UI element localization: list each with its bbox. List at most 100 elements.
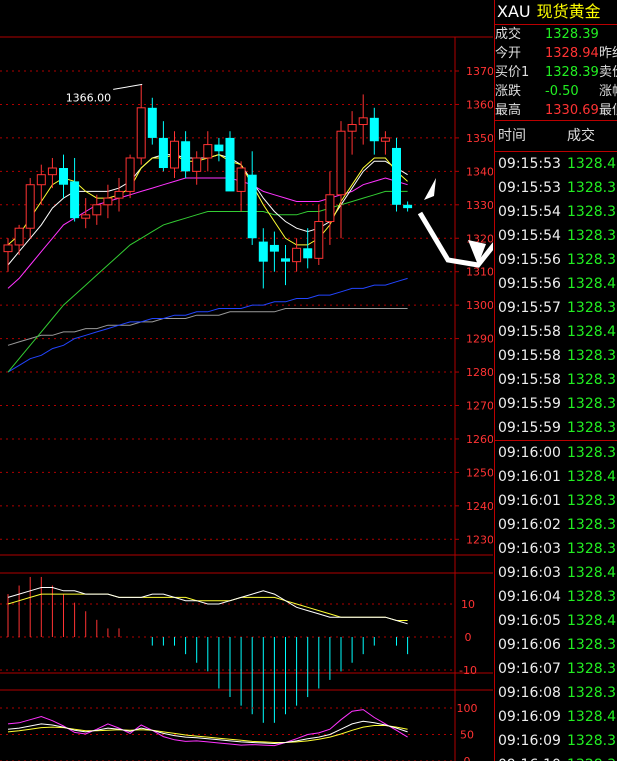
tick-row[interactable]: 09:15:59 1328.3 xyxy=(495,392,617,416)
tick-list[interactable]: 09:16:00 1328.3 09:16:01 1328.4 09:16:01 1328… xyxy=(495,441,617,761)
tick-time: 09:15:56 xyxy=(498,276,561,292)
tick-time: 09:16:10 xyxy=(498,753,561,761)
tick-row[interactable]: 09:15:57 1328.3 xyxy=(495,296,617,320)
tick-time: 09:15:59 xyxy=(498,396,561,412)
candle-body xyxy=(70,181,80,219)
quote-extra-label: 涨幅 xyxy=(599,84,617,99)
tick-price: 1328.3 xyxy=(567,372,616,388)
price-tick-label: 1290 xyxy=(466,333,493,346)
tick-row[interactable]: 09:16:09 1328.3 xyxy=(495,729,617,753)
chart-canvas[interactable]: 1370136013501340133013201310130012901280… xyxy=(0,0,493,761)
tick-row[interactable]: 09:16:03 1328.3 xyxy=(495,537,617,561)
candle-body xyxy=(347,124,357,132)
tick-row[interactable]: 09:16:07 1328.3 xyxy=(495,657,617,681)
tick-row[interactable]: 09:15:58 1328.3 xyxy=(495,344,617,368)
candle-body xyxy=(36,174,46,186)
tick-header: 时间 成交 xyxy=(495,121,617,151)
price-tick-label: 1260 xyxy=(466,433,493,446)
tick-row[interactable]: 09:16:03 1328.4 xyxy=(495,561,617,585)
tick-row[interactable]: 09:15:56 1328.3 xyxy=(495,248,617,272)
tick-time: 09:16:03 xyxy=(498,541,561,557)
candle-body xyxy=(258,241,268,262)
price-tick-label: 1360 xyxy=(466,98,493,111)
price-tick-label: 1370 xyxy=(466,65,493,78)
tick-row[interactable]: 09:16:01 1328.4 xyxy=(495,465,617,489)
tick-list[interactable]: 09:15:53 1328.4 09:15:53 1328.3 09:15:54 1328… xyxy=(495,152,617,440)
tick-row[interactable]: 09:15:53 1328.4 xyxy=(495,152,617,176)
quote-label: 成交 xyxy=(495,27,522,42)
tick-price: 1328.3 xyxy=(567,180,616,196)
tick-time: 09:15:58 xyxy=(498,372,561,388)
kline-chart[interactable]: 1370 1360 1350 1340 1330 1320 1310 1300 1290 1280… xyxy=(0,0,493,761)
candle-body xyxy=(14,227,24,246)
tick-price: 1328.4 xyxy=(567,156,616,172)
candle-body xyxy=(3,244,13,253)
tick-row[interactable]: 09:16:02 1328.3 xyxy=(495,513,617,537)
candle-body xyxy=(236,167,246,192)
tick-row[interactable]: 09:15:54 1328.3 xyxy=(495,224,617,248)
macd-tick-label: 10 xyxy=(461,598,475,611)
candle-body xyxy=(358,117,368,126)
high-marker-line xyxy=(113,83,143,90)
tick-time: 09:16:09 xyxy=(498,733,561,749)
tick-price: 1328.4 xyxy=(567,276,616,292)
macd-tick-label: 0 xyxy=(465,631,472,644)
candle-body xyxy=(303,248,313,259)
tick-row[interactable]: 09:15:58 1328.3 xyxy=(495,368,617,392)
tick-row[interactable]: 09:16:04 1328.3 xyxy=(495,585,617,609)
quote-extra-label: 昨结 xyxy=(599,46,617,61)
tick-price: 1328.3 xyxy=(567,300,616,316)
tick-row[interactable]: 09:15:54 1328.3 xyxy=(495,200,617,224)
candle-body xyxy=(314,221,324,259)
tick-time: 09:16:01 xyxy=(498,469,561,485)
kdj-tick-label: 0 xyxy=(464,755,471,761)
tick-time: 09:15:53 xyxy=(498,180,561,196)
candle-body xyxy=(170,140,179,169)
tick-time: 09:15:57 xyxy=(498,300,561,316)
tick-time: 09:16:05 xyxy=(498,613,561,629)
ma-blue-line xyxy=(7,277,408,373)
quote-value: 1328.39 xyxy=(545,27,599,42)
tick-price: 1328.4 xyxy=(567,469,616,485)
quote-label: 买价1 xyxy=(495,65,530,80)
candle-body xyxy=(192,157,202,172)
tick-price: 1328.3 xyxy=(567,396,616,412)
tick-time: 09:15:58 xyxy=(498,348,561,364)
tick-row[interactable]: 09:16:10 1328.3 xyxy=(495,753,617,761)
quote-label: 最高 xyxy=(495,103,522,118)
price-tick-label: 1250 xyxy=(466,466,493,479)
price-tick-label: 1280 xyxy=(466,366,493,379)
tick-price: 1328.3 xyxy=(567,445,616,461)
ma-gray-line xyxy=(7,308,408,346)
quote-row: 买价1 1328.39卖价 xyxy=(495,63,617,82)
tick-row[interactable]: 09:15:59 1328.3 xyxy=(495,416,617,440)
tick-row[interactable]: 09:15:56 1328.4 xyxy=(495,272,617,296)
tick-time: 09:16:03 xyxy=(498,565,561,581)
kdj-tick-label: 50 xyxy=(460,729,474,742)
quote-value: 1330.69 xyxy=(545,103,599,118)
tick-time: 09:15:56 xyxy=(498,252,561,268)
tick-row[interactable]: 09:15:53 1328.3 xyxy=(495,176,617,200)
tick-row[interactable]: 09:16:06 1328.3 xyxy=(495,633,617,657)
tick-row[interactable]: 09:16:05 1328.4 xyxy=(495,609,617,633)
candle-body xyxy=(47,167,57,176)
tick-row[interactable]: 09:16:08 1328.3 xyxy=(495,681,617,705)
tick-price: 1328.4 xyxy=(567,324,616,340)
candle-body xyxy=(247,174,257,239)
tick-time: 09:16:01 xyxy=(498,493,561,509)
tick-row[interactable]: 09:16:09 1328.4 xyxy=(495,705,617,729)
quote-value: -0.50 xyxy=(545,84,579,99)
tick-row[interactable]: 09:16:01 1328.3 xyxy=(495,489,617,513)
tick-row[interactable]: 09:15:58 1328.4 xyxy=(495,320,617,344)
candle-body xyxy=(380,137,390,142)
quote-panel: XAU现货黄金 成交1328.39今开1328.94昨结买价11328.39卖价… xyxy=(494,0,617,761)
quote-extra-label: 卖价 xyxy=(599,65,617,80)
price-tick-label: 1340 xyxy=(466,165,493,178)
tick-row[interactable]: 09:16:00 1328.3 xyxy=(495,441,617,465)
candle-body xyxy=(281,258,290,262)
macd-tick-label: -10 xyxy=(459,664,477,677)
candle-body xyxy=(125,157,135,192)
price-tick-label: 1350 xyxy=(466,132,493,145)
candle-body xyxy=(81,214,91,219)
quote-value: 1328.39 xyxy=(545,65,599,80)
